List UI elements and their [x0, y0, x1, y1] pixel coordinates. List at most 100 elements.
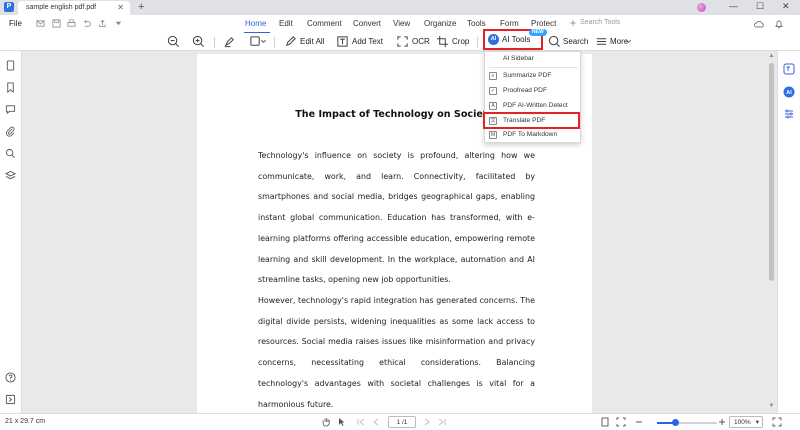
sparkle-icon	[569, 19, 577, 27]
translate-panel-icon[interactable]	[783, 63, 795, 75]
tab-organize[interactable]: Organize	[424, 19, 456, 28]
last-page-icon[interactable]	[437, 417, 447, 427]
tab-comment[interactable]: Comment	[307, 19, 342, 28]
thumbnail-icon[interactable]	[5, 60, 16, 71]
zoom-in-small-icon[interactable]	[717, 417, 727, 427]
more-icon[interactable]	[595, 35, 608, 48]
tab-convert[interactable]: Convert	[353, 19, 381, 28]
cloud-icon[interactable]	[754, 19, 764, 29]
shape-dropdown-icon[interactable]	[260, 38, 267, 45]
zoom-slider-thumb[interactable]	[671, 419, 679, 426]
tab-edit[interactable]: Edit	[279, 19, 293, 28]
summarize-icon: ≡	[489, 72, 497, 80]
print-icon[interactable]	[67, 19, 76, 28]
new-badge: NEW	[529, 29, 547, 36]
fullscreen-icon[interactable]	[772, 417, 782, 427]
svg-text:AI: AI	[786, 90, 792, 96]
close-window-button[interactable]: ✕	[782, 1, 790, 12]
first-page-icon[interactable]	[356, 417, 366, 427]
new-tab-button[interactable]: +	[138, 1, 144, 13]
comment-icon[interactable]	[5, 104, 16, 115]
tab-form[interactable]: Form	[500, 19, 519, 28]
next-page-icon[interactable]	[422, 417, 432, 427]
page-number-input[interactable]: 1 /1	[388, 416, 416, 428]
document-paragraph: Technology's influence on society is pro…	[258, 151, 535, 285]
hand-tool-icon[interactable]	[321, 417, 331, 427]
zoom-out-icon[interactable]	[167, 35, 180, 48]
tab-tools[interactable]: Tools	[467, 19, 486, 28]
menu-item-label: AI Sidebar	[503, 55, 534, 62]
tab-close-icon[interactable]: ✕	[117, 3, 124, 12]
tab-protect[interactable]: Protect	[531, 19, 556, 28]
properties-icon[interactable]	[783, 108, 795, 120]
menu-item-label: PDF To Markdown	[503, 131, 558, 138]
layers-icon[interactable]	[5, 170, 16, 181]
navigation-icon[interactable]	[5, 394, 16, 405]
select-tool-icon[interactable]	[337, 417, 347, 427]
save-icon[interactable]	[52, 19, 61, 28]
menu-bar: File Home Edit Comment Convert View Orga…	[0, 15, 800, 34]
maximize-button[interactable]: ☐	[756, 1, 764, 12]
translate-pdf-highlight	[483, 112, 580, 129]
attachment-icon[interactable]	[5, 126, 16, 137]
edit-all-button[interactable]: Edit All	[300, 37, 324, 46]
menu-item-summarize-pdf[interactable]: ≡ Summarize PDF	[485, 69, 580, 83]
tab-view[interactable]: View	[393, 19, 410, 28]
mail-icon[interactable]	[36, 19, 45, 28]
search-icon[interactable]	[548, 35, 561, 48]
add-text-button[interactable]: Add Text	[352, 37, 383, 46]
scroll-down-icon[interactable]: ▼	[768, 403, 775, 410]
main-toolbar: Edit All Add Text OCR Crop Search More	[0, 33, 800, 51]
vertical-scrollbar[interactable]: ▲ ▼	[767, 51, 776, 413]
minimize-button[interactable]: —	[729, 1, 738, 11]
more-dropdown-icon[interactable]	[625, 38, 632, 45]
app-logo-icon: P	[4, 2, 14, 12]
ocr-icon[interactable]	[396, 35, 409, 48]
menu-item-ai-detect[interactable]: A PDF AI-Written Detect	[485, 99, 580, 113]
scroll-thumb[interactable]	[769, 63, 774, 281]
search-icon[interactable]	[5, 148, 16, 159]
ai-tools-dropdown: AI Sidebar ≡ Summarize PDF ✓ Proofread P…	[484, 51, 581, 143]
zoom-level-value: 100%	[734, 419, 751, 426]
menu-item-proofread-pdf[interactable]: ✓ Proofread PDF	[485, 84, 580, 98]
tab-home[interactable]: Home	[245, 19, 266, 28]
user-avatar[interactable]	[697, 3, 706, 12]
bell-icon[interactable]	[774, 19, 784, 29]
search-button[interactable]: Search	[563, 37, 588, 46]
proofread-icon: ✓	[489, 87, 497, 95]
share-icon[interactable]	[98, 19, 107, 28]
single-page-view-icon[interactable]	[600, 417, 610, 427]
toolbar-divider	[274, 37, 275, 48]
ocr-button[interactable]: OCR	[412, 37, 430, 46]
zoom-slider[interactable]	[657, 419, 717, 426]
undo-icon[interactable]	[82, 19, 91, 28]
status-bar: 21 x 29.7 cm 1 /1 100% ▾	[0, 413, 800, 430]
file-menu[interactable]: File	[9, 19, 22, 28]
zoom-in-icon[interactable]	[192, 35, 205, 48]
document-tab[interactable]: sample english pdf.pdf ✕	[18, 1, 130, 15]
menu-item-ai-sidebar[interactable]: AI Sidebar	[485, 52, 580, 66]
zoom-dropdown-icon: ▾	[755, 419, 759, 426]
menu-item-pdf-to-markdown[interactable]: M PDF To Markdown	[485, 128, 580, 142]
add-text-icon[interactable]	[336, 35, 349, 48]
help-icon[interactable]	[5, 372, 16, 383]
bookmark-icon[interactable]	[5, 82, 16, 93]
ai-tools-icon: AI	[488, 34, 499, 45]
menu-item-label: PDF AI-Written Detect	[503, 102, 568, 109]
edit-all-icon[interactable]	[284, 35, 297, 48]
menu-item-label: Proofread PDF	[503, 87, 547, 94]
highlighter-icon[interactable]	[223, 35, 236, 48]
crop-button[interactable]: Crop	[452, 37, 469, 46]
toolbar-divider	[214, 37, 215, 48]
ai-assistant-icon[interactable]: AI	[783, 86, 795, 98]
quick-access-dropdown-icon[interactable]	[114, 19, 123, 28]
markdown-icon: M	[489, 131, 497, 139]
fit-page-icon[interactable]	[616, 417, 626, 427]
scroll-up-icon[interactable]: ▲	[768, 53, 775, 60]
zoom-out-small-icon[interactable]	[634, 417, 644, 427]
previous-page-icon[interactable]	[371, 417, 381, 427]
ai-tools-button[interactable]: AI AI Tools NEW	[483, 29, 547, 50]
zoom-level-select[interactable]: 100% ▾	[729, 416, 763, 428]
search-tools-field[interactable]: Search Tools	[580, 19, 620, 26]
crop-icon[interactable]	[436, 35, 449, 48]
